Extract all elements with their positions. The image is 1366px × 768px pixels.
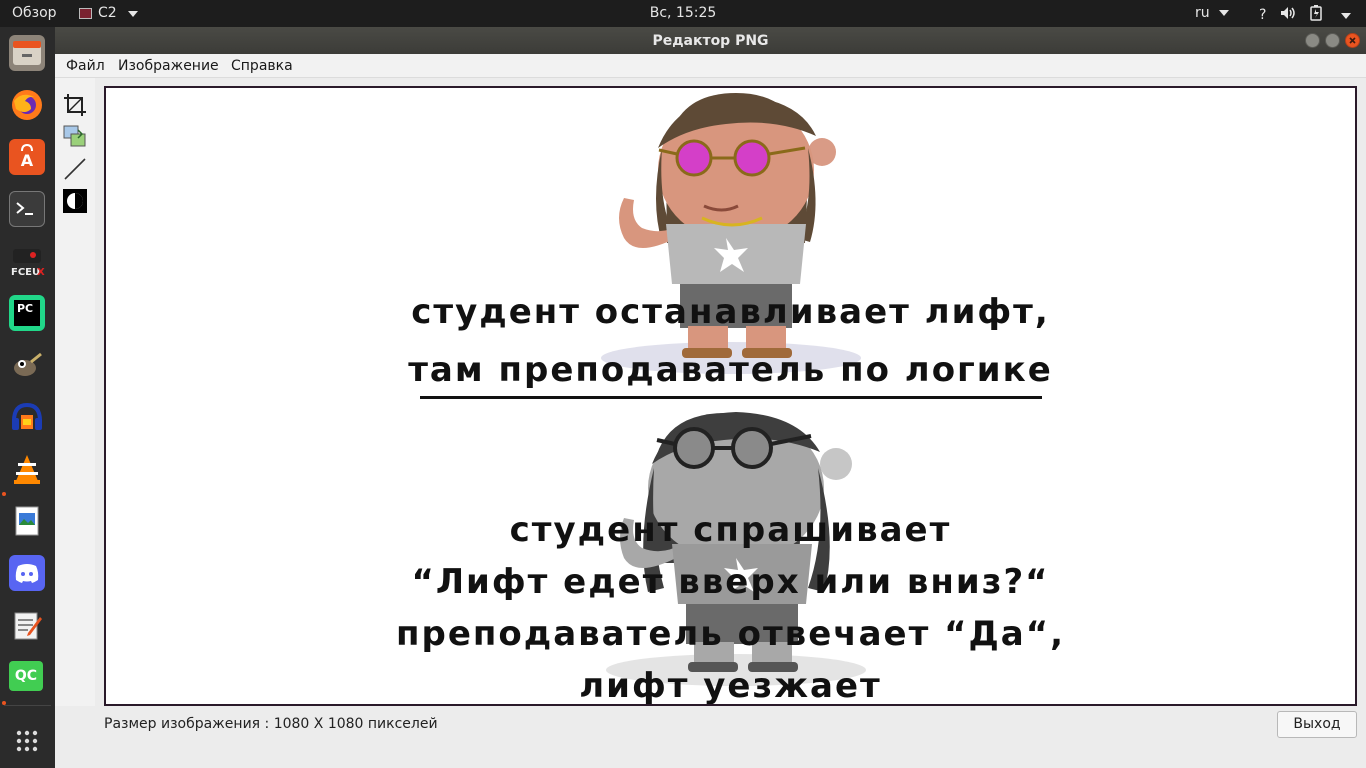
caption-line: лифт уезжает xyxy=(579,666,882,706)
dock-separator xyxy=(4,705,51,706)
svg-text:FCEU: FCEU xyxy=(11,267,40,278)
tool-strip xyxy=(55,78,95,746)
running-indicator xyxy=(2,492,6,496)
language-label: ru xyxy=(1195,5,1210,21)
crop-icon[interactable] xyxy=(62,92,88,118)
close-button[interactable] xyxy=(1345,33,1360,48)
software-center-icon[interactable]: A xyxy=(9,139,45,175)
maximize-button[interactable] xyxy=(1325,33,1340,48)
chevron-down-icon xyxy=(127,10,138,17)
chevron-down-icon xyxy=(1219,10,1230,16)
text-editor-icon[interactable] xyxy=(9,607,45,643)
app-menu-label: C2 xyxy=(98,5,117,21)
caption-divider xyxy=(420,396,1042,399)
language-indicator[interactable]: ru xyxy=(1195,5,1230,22)
dock: A FCEU X PC QC xyxy=(0,27,55,768)
battery-icon[interactable] xyxy=(1310,5,1323,26)
image-canvas[interactable]: студент останавливает лифт, там преподав… xyxy=(104,86,1357,706)
exit-button[interactable]: Выход xyxy=(1277,711,1357,738)
top-bar: Обзор C2 Вс, 15:25 ru ? xyxy=(0,0,1366,27)
window-titlebar[interactable]: Редактор PNG xyxy=(55,27,1366,54)
audacity-icon[interactable] xyxy=(9,399,45,435)
menu-bar: Файл Изображение Справка xyxy=(55,54,1366,78)
terminal-icon[interactable] xyxy=(9,191,45,227)
meme-caption-top: студент останавливает лифт, там преподав… xyxy=(106,286,1355,396)
help-icon[interactable]: ? xyxy=(1259,7,1266,24)
menu-help[interactable]: Справка xyxy=(231,58,293,74)
caption-line: студент останавливает лифт, xyxy=(411,292,1050,332)
vlc-icon[interactable] xyxy=(9,451,45,487)
image-viewer-icon[interactable] xyxy=(9,503,45,539)
app-menu-icon xyxy=(79,8,92,19)
qc-icon[interactable]: QC xyxy=(9,661,43,691)
svg-text:X: X xyxy=(37,267,45,278)
menu-file[interactable]: Файл xyxy=(66,58,105,74)
system-tray[interactable]: ? xyxy=(1259,5,1352,26)
gimp-icon[interactable] xyxy=(9,347,45,383)
svg-text:A: A xyxy=(21,151,34,170)
caption-line: преподаватель отвечает “Да“, xyxy=(396,614,1065,654)
meme-caption-bottom: студент спрашивает “Лифт едет вверх или … xyxy=(106,504,1355,706)
caption-line: “Лифт едет вверх или вниз?“ xyxy=(411,562,1050,602)
files-icon[interactable] xyxy=(9,35,45,71)
app-menu[interactable]: C2 xyxy=(79,5,138,22)
status-bar: Размер изображения : 1080 X 1080 пикселе… xyxy=(55,706,1366,746)
system-menu-caret-icon[interactable] xyxy=(1341,12,1352,19)
qc-label: QC xyxy=(14,668,38,684)
activities-button[interactable]: Обзор xyxy=(12,5,57,22)
window-title: Редактор PNG xyxy=(652,33,769,49)
caption-line: студент спрашивает xyxy=(509,510,952,550)
firefox-icon[interactable] xyxy=(9,87,45,123)
invert-icon[interactable] xyxy=(62,188,88,214)
pycharm-icon[interactable]: PC xyxy=(9,295,45,331)
show-apps-icon[interactable] xyxy=(9,723,45,759)
minimize-button[interactable] xyxy=(1305,33,1320,48)
layers-icon[interactable] xyxy=(62,124,88,150)
pycharm-label: PC xyxy=(14,300,40,326)
menu-image[interactable]: Изображение xyxy=(118,58,219,74)
fceux-icon[interactable]: FCEU X xyxy=(9,243,45,279)
line-icon[interactable] xyxy=(62,156,88,182)
discord-icon[interactable] xyxy=(9,555,45,591)
image-size-label: Размер изображения : 1080 X 1080 пикселе… xyxy=(104,716,438,732)
volume-icon[interactable] xyxy=(1280,6,1296,25)
caption-line: там преподаватель по логике xyxy=(408,350,1053,390)
clock[interactable]: Вс, 15:25 xyxy=(0,5,1366,22)
